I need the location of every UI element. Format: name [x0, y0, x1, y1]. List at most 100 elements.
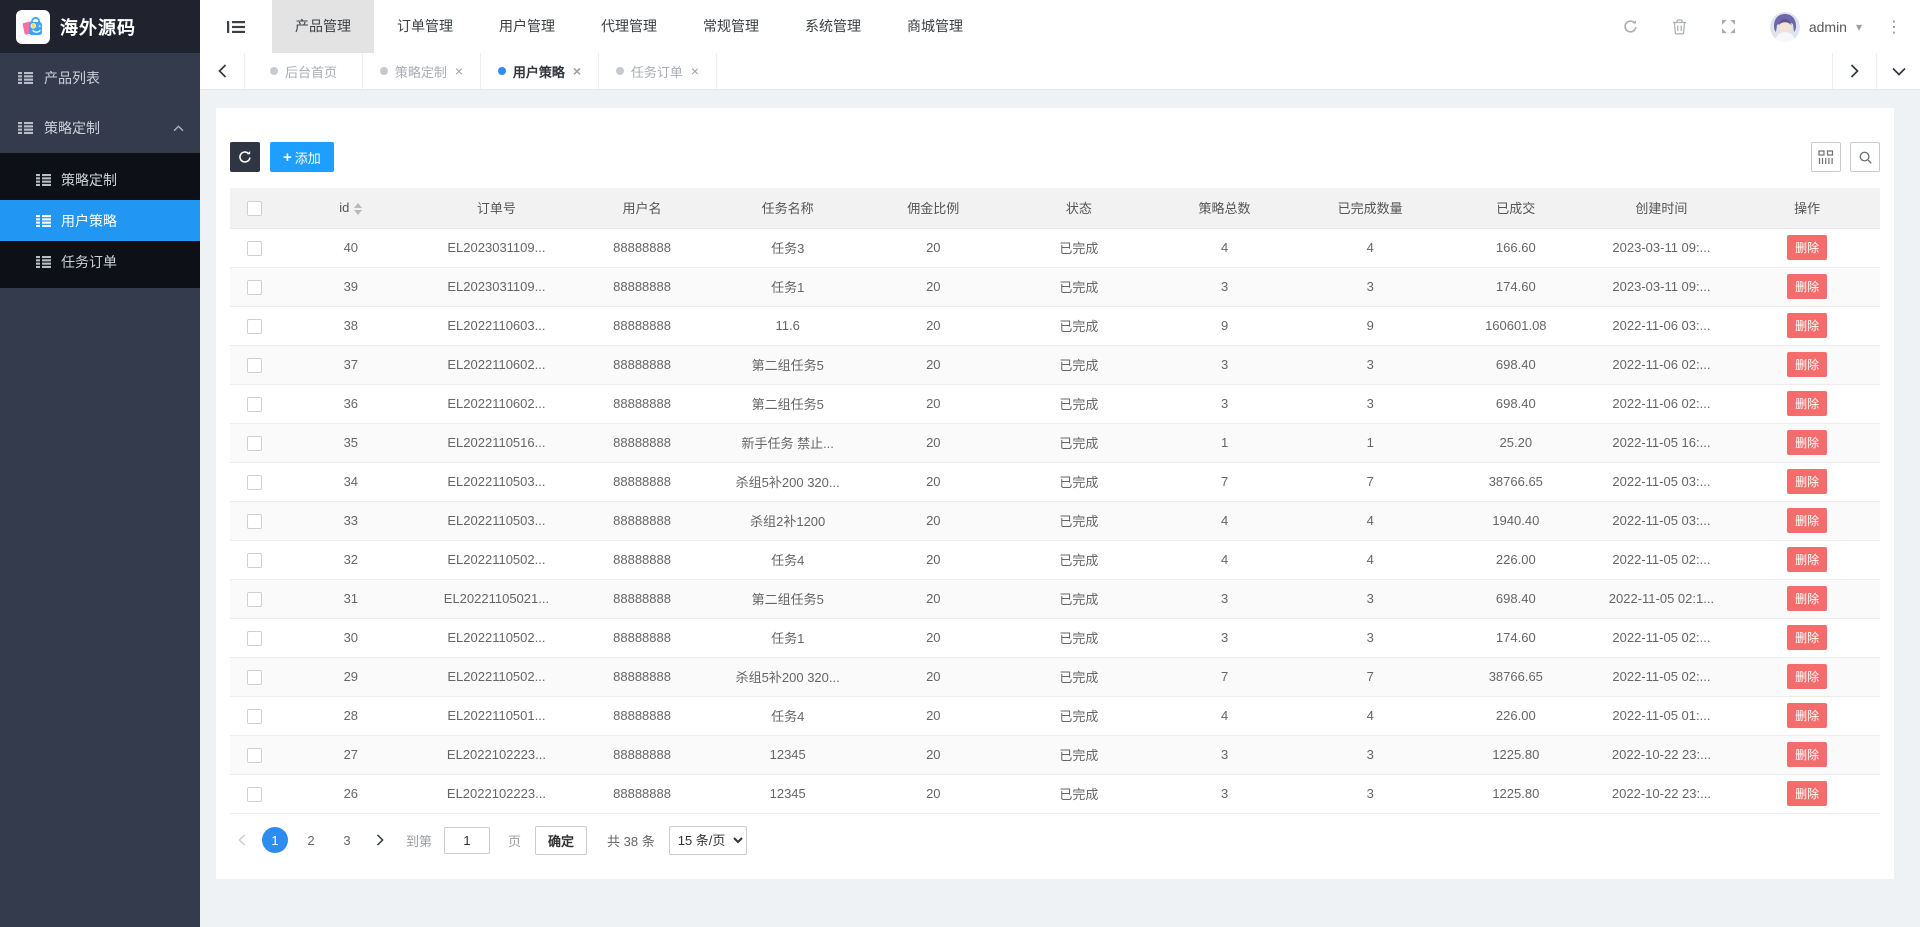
row-checkbox[interactable]: [247, 436, 262, 451]
row-checkbox[interactable]: [247, 709, 262, 724]
delete-button[interactable]: 删除: [1787, 547, 1827, 572]
topnav-product-mgmt[interactable]: 产品管理: [272, 0, 374, 53]
columns-toggle-icon[interactable]: [1811, 142, 1841, 172]
tabs-scroll-right-icon[interactable]: [1832, 53, 1876, 89]
tab-task-orders[interactable]: 任务订单×: [599, 53, 717, 89]
table-cell: 20: [861, 540, 1007, 579]
tabs-scroll-left-icon[interactable]: [200, 53, 244, 89]
table-cell: 2022-11-06 02:...: [1589, 384, 1735, 423]
delete-button[interactable]: 删除: [1787, 274, 1827, 299]
user-menu[interactable]: admin ▾: [1770, 12, 1862, 42]
delete-button[interactable]: 删除: [1787, 586, 1827, 611]
table-cell: 174.60: [1443, 267, 1589, 306]
add-button[interactable]: + 添加: [270, 142, 334, 172]
topnav-general-mgmt[interactable]: 常规管理: [680, 0, 782, 53]
row-checkbox[interactable]: [247, 514, 262, 529]
delete-button[interactable]: 删除: [1787, 430, 1827, 455]
table-cell: 40: [278, 228, 424, 267]
table-cell: 38766.65: [1443, 462, 1589, 501]
delete-button[interactable]: 删除: [1787, 313, 1827, 338]
topnav-order-mgmt[interactable]: 订单管理: [374, 0, 476, 53]
table-cell: EL2022102223...: [424, 735, 570, 774]
row-actions-cell: 删除: [1734, 384, 1880, 423]
refresh-icon[interactable]: [1623, 19, 1638, 34]
delete-button[interactable]: 删除: [1787, 391, 1827, 416]
sidebar-item-product-list[interactable]: 产品列表: [0, 53, 200, 103]
fullscreen-icon[interactable]: [1721, 19, 1736, 34]
trash-icon[interactable]: [1672, 19, 1687, 35]
tabs-menu-icon[interactable]: [1876, 53, 1920, 89]
row-checkbox[interactable]: [247, 748, 262, 763]
row-actions-cell: 删除: [1734, 657, 1880, 696]
page-number[interactable]: 3: [334, 827, 360, 853]
row-checkbox[interactable]: [247, 358, 262, 373]
sidebar-subitem-task-orders[interactable]: 任务订单: [0, 241, 200, 282]
close-icon[interactable]: ×: [691, 64, 699, 78]
more-options-icon[interactable]: ⋮: [1886, 17, 1902, 37]
table-cell: 2022-11-06 03:...: [1589, 306, 1735, 345]
row-checkbox[interactable]: [247, 631, 262, 646]
close-icon[interactable]: ×: [455, 64, 463, 78]
sidebar-subitem-user-strategy[interactable]: 用户策略: [0, 200, 200, 241]
table-cell: 4: [1297, 540, 1443, 579]
topnav-user-mgmt[interactable]: 用户管理: [476, 0, 578, 53]
tab-strategy-custom[interactable]: 策略定制×: [363, 53, 481, 89]
table-cell: EL20221105021...: [424, 579, 570, 618]
row-checkbox[interactable]: [247, 319, 262, 334]
confirm-page-button[interactable]: 确定: [535, 826, 587, 855]
sidebar-item-strategy-custom-group[interactable]: 策略定制: [0, 103, 200, 153]
tab-home[interactable]: 后台首页: [245, 53, 363, 89]
per-page-select[interactable]: 15 条/页: [669, 826, 747, 855]
table-cell: 已完成: [1006, 384, 1152, 423]
delete-button[interactable]: 删除: [1787, 469, 1827, 494]
topnav-system-mgmt[interactable]: 系统管理: [782, 0, 884, 53]
delete-button[interactable]: 删除: [1787, 664, 1827, 689]
column-header: 状态: [1006, 188, 1152, 228]
sidebar-toggle-icon[interactable]: [200, 0, 272, 53]
tab-user-strategy[interactable]: 用户策略×: [481, 53, 599, 89]
table-cell: 已完成: [1006, 228, 1152, 267]
row-checkbox[interactable]: [247, 592, 262, 607]
delete-button[interactable]: 删除: [1787, 235, 1827, 260]
table-cell: 第二组任务5: [715, 384, 861, 423]
table-row: 33EL2022110503...88888888杀组2补120020已完成44…: [230, 501, 1880, 540]
row-actions-cell: 删除: [1734, 774, 1880, 813]
close-icon[interactable]: ×: [573, 64, 581, 78]
table-cell: 20: [861, 696, 1007, 735]
table-cell: 3: [1152, 384, 1298, 423]
search-icon[interactable]: [1850, 142, 1880, 172]
table-cell: 已完成: [1006, 696, 1152, 735]
prev-page-icon[interactable]: [230, 827, 254, 853]
table-cell: 2023-03-11 09:...: [1589, 228, 1735, 267]
delete-button[interactable]: 删除: [1787, 508, 1827, 533]
row-checkbox[interactable]: [247, 475, 262, 490]
page-input[interactable]: [444, 827, 490, 854]
delete-button[interactable]: 删除: [1787, 781, 1827, 806]
table-refresh-button[interactable]: [230, 142, 260, 172]
page-number[interactable]: 2: [298, 827, 324, 853]
topnav-agent-mgmt[interactable]: 代理管理: [578, 0, 680, 53]
table-cell: 3: [1297, 384, 1443, 423]
row-checkbox[interactable]: [247, 280, 262, 295]
table-row: 26EL2022102223...888888881234520已完成33122…: [230, 774, 1880, 813]
row-checkbox[interactable]: [247, 670, 262, 685]
sidebar-subitem-strategy-custom[interactable]: 策略定制: [0, 159, 200, 200]
select-all-checkbox[interactable]: [247, 201, 262, 216]
delete-button[interactable]: 删除: [1787, 625, 1827, 650]
content-area: + 添加 id订单号用户名任务名称佣金比例状态策略总数已完成数量已成交: [200, 90, 1920, 927]
page-number[interactable]: 1: [262, 827, 288, 853]
sort-icon[interactable]: [354, 203, 362, 215]
topnav-mall-mgmt[interactable]: 商城管理: [884, 0, 986, 53]
column-header: 策略总数: [1152, 188, 1298, 228]
delete-button[interactable]: 删除: [1787, 703, 1827, 728]
delete-button[interactable]: 删除: [1787, 352, 1827, 377]
table-cell: 已完成: [1006, 618, 1152, 657]
table-row: 40EL2023031109...88888888任务320已完成44166.6…: [230, 228, 1880, 267]
row-checkbox[interactable]: [247, 553, 262, 568]
row-checkbox[interactable]: [247, 241, 262, 256]
next-page-icon[interactable]: [368, 827, 392, 853]
row-checkbox[interactable]: [247, 397, 262, 412]
table-cell: EL2022102223...: [424, 774, 570, 813]
delete-button[interactable]: 删除: [1787, 742, 1827, 767]
row-checkbox[interactable]: [247, 787, 262, 802]
